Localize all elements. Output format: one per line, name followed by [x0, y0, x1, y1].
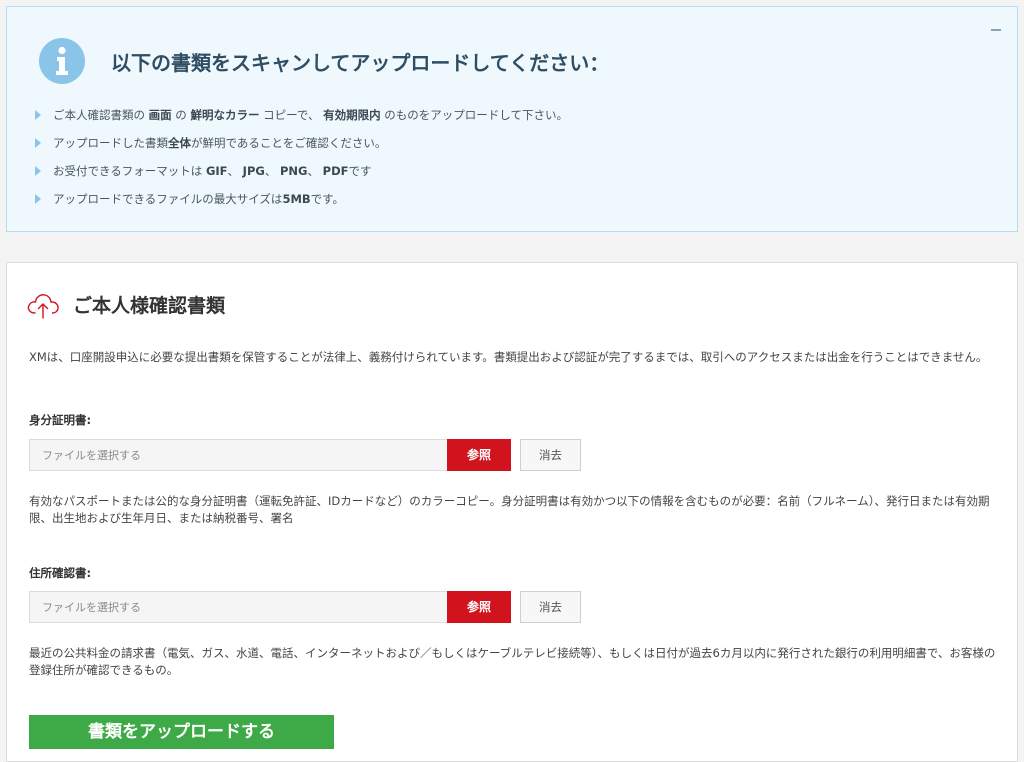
info-item-text: が鮮明であることをご確認ください。 — [191, 136, 387, 150]
info-item-text: のものをアップロードして下さい。 — [380, 108, 568, 122]
info-panel: 以下の書類をスキャンしてアップロードしてください： ご本人確認書類の 画面 の … — [6, 6, 1018, 232]
info-item-text: 全体 — [168, 136, 191, 150]
info-item-text: アップロードできるファイルの最大サイズは — [53, 192, 283, 206]
info-item-text: JPG — [242, 164, 265, 178]
bullet-arrow-icon — [35, 194, 41, 204]
info-item: ご本人確認書類の 画面 の 鮮明なカラー コピーで、 有効期限内 のものをアップ… — [35, 101, 568, 129]
info-item-text: アップロードした書類 — [53, 136, 168, 150]
info-item-text: PDF — [322, 164, 349, 178]
info-item-text: です — [348, 164, 372, 178]
info-item-text: PNG — [279, 164, 308, 178]
upload-documents-button[interactable]: 書類をアップロードする — [29, 715, 334, 749]
info-item-text: です。 — [310, 192, 345, 206]
address-doc-clear-button[interactable]: 消去 — [520, 591, 581, 623]
info-item: アップロードした書類全体が鮮明であることをご確認ください。 — [35, 129, 568, 157]
info-item-text: 有効期限内 — [323, 108, 381, 122]
page-title: ご本人様確認書類 — [73, 295, 226, 317]
address-doc-browse-button[interactable]: 参照 — [447, 591, 511, 623]
cloud-upload-icon — [27, 294, 59, 319]
info-item-text: 5MB — [282, 192, 311, 206]
id-doc-help-text: 有効なパスポートまたは公的な身分証明書（運転免許証、IDカードなど）のカラーコピ… — [29, 494, 990, 525]
info-icon — [39, 38, 85, 84]
address-doc-file-input[interactable]: ファイルを選択する — [29, 591, 447, 623]
bullet-arrow-icon — [35, 166, 41, 176]
address-doc-help-text: 最近の公共料金の請求書（電気、ガス、水道、電話、インターネットおよび／もしくはケ… — [29, 646, 996, 677]
info-item-text: 、 — [307, 164, 323, 178]
info-item: アップロードできるファイルの最大サイズは5MBです。 — [35, 185, 568, 213]
info-item-text: 、 — [264, 164, 280, 178]
documents-card: ご本人様確認書類 XMは、口座開設申込に必要な提出書類を保管することが法律上、義… — [6, 262, 1018, 762]
id-doc-clear-button[interactable]: 消去 — [520, 439, 581, 471]
minus-icon[interactable] — [989, 19, 1003, 37]
info-item-text: GIF — [205, 164, 228, 178]
address-doc-label: 住所確認書: — [29, 566, 92, 580]
id-doc-file-input[interactable]: ファイルを選択する — [29, 439, 447, 471]
info-item-text: 、 — [227, 164, 243, 178]
info-item-text: ご本人確認書類の — [53, 108, 149, 122]
info-list: ご本人確認書類の 画面 の 鮮明なカラー コピーで、 有効期限内 のものをアップ… — [35, 101, 568, 213]
id-doc-label: 身分証明書: — [29, 413, 92, 427]
info-title: 以下の書類をスキャンしてアップロードしてください： — [111, 51, 610, 75]
info-item: お受付できるフォーマットは GIF、 JPG、 PNG、 PDFです — [35, 157, 568, 185]
info-item-text: コピーで、 — [259, 108, 324, 122]
info-item-text: 画面 — [148, 108, 172, 122]
intro-text: XMは、口座開設申込に必要な提出書類を保管することが法律上、義務付けられています… — [29, 350, 988, 364]
info-item-text: の — [171, 108, 191, 122]
bullet-arrow-icon — [35, 110, 41, 120]
info-item-text: お受付できるフォーマットは — [53, 164, 206, 178]
info-item-text: 鮮明なカラー — [190, 108, 260, 122]
id-doc-browse-button[interactable]: 参照 — [447, 439, 511, 471]
bullet-arrow-icon — [35, 138, 41, 148]
